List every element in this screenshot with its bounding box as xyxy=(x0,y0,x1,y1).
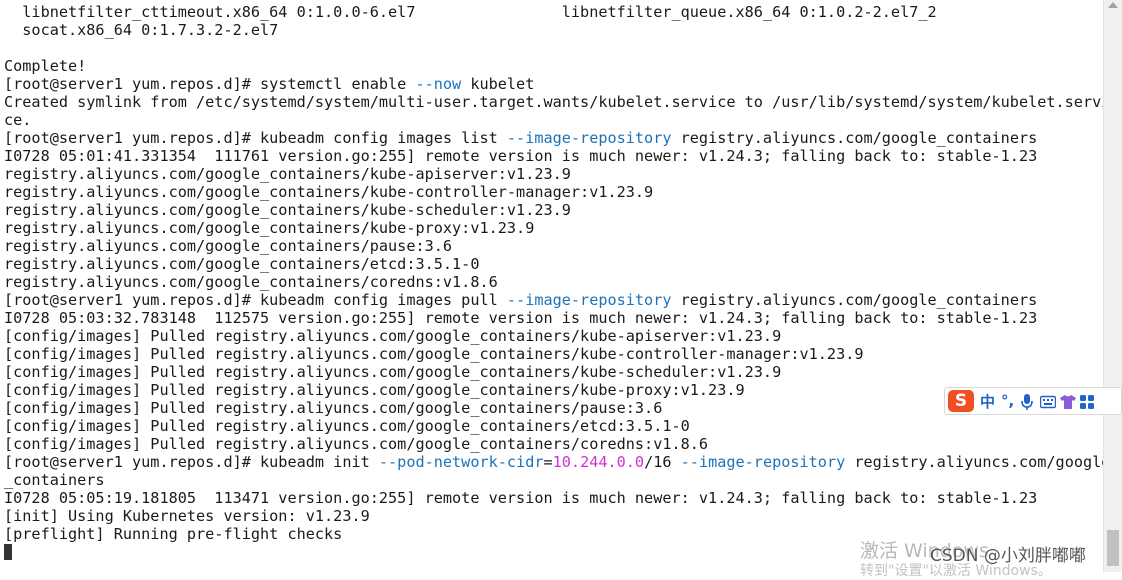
skin-icon[interactable] xyxy=(1060,394,1077,409)
terminal-output[interactable]: libnetfilter_cttimeout.x86_64 0:1.0.0-6.… xyxy=(0,0,1104,572)
terminal-line: libnetfilter_cttimeout.x86_64 0:1.0.0-6.… xyxy=(4,3,937,21)
terminal-line: [config/images] Pulled registry.aliyuncs… xyxy=(4,381,745,399)
terminal-line: _containers xyxy=(4,471,105,489)
terminal-line: registry.aliyuncs.com/google_containers/… xyxy=(4,165,571,183)
ime-toolbar[interactable]: S 中 °, xyxy=(944,387,1122,415)
microphone-icon[interactable] xyxy=(1020,394,1034,410)
terminal-line: I0728 05:01:41.331354 111761 version.go:… xyxy=(4,147,1038,165)
terminal-line: [config/images] Pulled registry.aliyuncs… xyxy=(4,327,782,345)
terminal-line: registry.aliyuncs.com/google_containers/… xyxy=(4,237,453,255)
toolbox-icon[interactable] xyxy=(1080,394,1095,409)
terminal-line: registry.aliyuncs.com/google_containers/… xyxy=(4,255,480,273)
terminal-line: Complete! xyxy=(4,57,87,75)
terminal-line: [config/images] Pulled registry.aliyuncs… xyxy=(4,363,782,381)
terminal-line: socat.x86_64 0:1.7.3.2-2.el7 xyxy=(4,21,279,39)
terminal-line: [config/images] Pulled registry.aliyuncs… xyxy=(4,435,709,453)
terminal-line: [config/images] Pulled registry.aliyuncs… xyxy=(4,345,864,363)
scroll-thumb[interactable] xyxy=(1107,530,1119,566)
ime-mode-toggle[interactable]: 中 xyxy=(980,391,995,412)
ime-punctuation-toggle[interactable]: °, xyxy=(1001,392,1014,410)
sogou-logo-icon[interactable]: S xyxy=(948,390,974,412)
scroll-up-arrow-icon[interactable] xyxy=(1108,2,1118,8)
terminal-line: registry.aliyuncs.com/google_containers/… xyxy=(4,183,654,201)
terminal-line: [config/images] Pulled registry.aliyuncs… xyxy=(4,417,690,435)
terminal-line: I0728 05:05:19.181805 113471 version.go:… xyxy=(4,489,1038,507)
terminal-line: ce. xyxy=(4,111,32,129)
terminal-line: registry.aliyuncs.com/google_containers/… xyxy=(4,219,535,237)
terminal-line: Created symlink from /etc/systemd/system… xyxy=(4,93,1104,111)
terminal-line: registry.aliyuncs.com/google_containers/… xyxy=(4,201,571,219)
terminal-line: registry.aliyuncs.com/google_containers/… xyxy=(4,273,498,291)
terminal-line: [root@server1 yum.repos.d]# systemctl en… xyxy=(4,75,535,93)
terminal-line: [config/images] Pulled registry.aliyuncs… xyxy=(4,399,663,417)
terminal-line: [root@server1 yum.repos.d]# kubeadm conf… xyxy=(4,291,1038,309)
text-cursor xyxy=(4,544,12,560)
terminal-line: [root@server1 yum.repos.d]# kubeadm conf… xyxy=(4,129,1038,147)
keyboard-icon[interactable] xyxy=(1040,394,1057,409)
terminal-line: [root@server1 yum.repos.d]# kubeadm init… xyxy=(4,453,1104,471)
vertical-scrollbar[interactable] xyxy=(1103,0,1122,572)
terminal-line: [init] Using Kubernetes version: v1.23.9 xyxy=(4,507,370,525)
csdn-watermark: CSDN @小刘胖嘟嘟 xyxy=(930,546,1086,566)
terminal-line: I0728 05:03:32.783148 112575 version.go:… xyxy=(4,309,1038,327)
